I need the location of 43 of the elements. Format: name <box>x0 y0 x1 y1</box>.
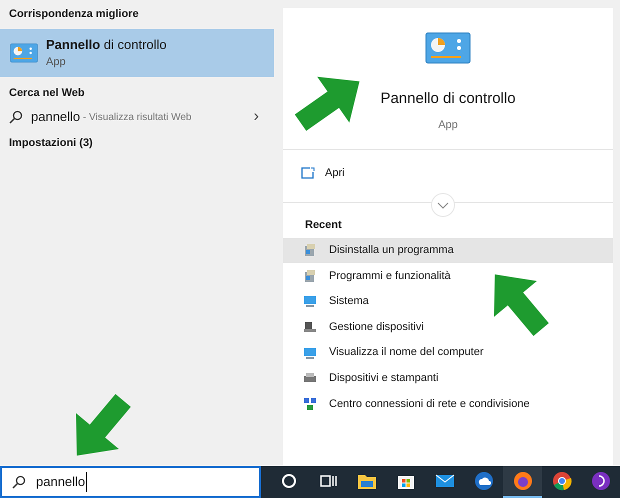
web-query: pannello <box>31 108 80 126</box>
firefox-icon[interactable] <box>512 471 532 491</box>
app-title: Pannello di controllo <box>380 89 516 109</box>
mail-icon[interactable] <box>434 473 454 489</box>
section-header: Recent <box>304 218 343 233</box>
recent-item[interactable]: Gestione dispositivi <box>283 314 613 340</box>
open-window-icon <box>301 167 315 179</box>
folder-icon[interactable] <box>356 472 376 490</box>
recent-item[interactable]: Programmi e funzionalità <box>283 263 613 289</box>
expand-button[interactable] <box>431 193 455 217</box>
result-subtitle: App <box>46 55 67 70</box>
chrome-icon[interactable] <box>552 471 572 491</box>
search-icon <box>9 110 23 124</box>
task-view-icon[interactable] <box>318 473 336 489</box>
chevron-down-icon <box>437 202 449 208</box>
recent-item[interactable]: Dispositivi e stampanti <box>283 365 613 392</box>
monitor-icon <box>303 346 317 360</box>
program-box-icon <box>303 243 317 258</box>
web-result-item[interactable]: pannello - Visualizza risultati Web › <box>0 103 274 131</box>
search-icon <box>12 475 26 489</box>
section-header: Impostazioni (3) <box>8 136 94 151</box>
recent-item[interactable]: Visualizza il nome del computer <box>283 340 613 366</box>
web-hint: - Visualizza risultati Web <box>82 110 192 124</box>
round-app-icon[interactable] <box>590 471 610 491</box>
search-field[interactable]: pannello <box>0 466 261 498</box>
monitor-icon <box>303 294 317 308</box>
section-header: Corrispondenza migliore <box>8 7 140 22</box>
best-match-item[interactable]: Pannello di controllo App <box>0 28 274 76</box>
cortana-icon[interactable] <box>280 473 296 489</box>
open-action[interactable]: Apri <box>283 153 613 193</box>
network-icon <box>303 396 317 411</box>
recent-item[interactable]: Centro connessioni di rete e condivisione <box>283 391 613 417</box>
cloud-app-icon[interactable] <box>474 471 494 491</box>
section-header: Cerca nel Web <box>8 86 86 100</box>
device-icon <box>303 320 317 334</box>
recent-item[interactable]: Sistema <box>283 288 613 314</box>
control-panel-icon <box>10 42 38 62</box>
chevron-right: › <box>254 107 259 127</box>
program-box-icon <box>303 268 317 283</box>
app-subtitle: App <box>438 118 458 132</box>
recent-item[interactable]: Disinstalla un programma <box>283 238 613 264</box>
result-title: Pannello di controllo <box>46 36 167 54</box>
control-panel-icon <box>425 32 471 64</box>
